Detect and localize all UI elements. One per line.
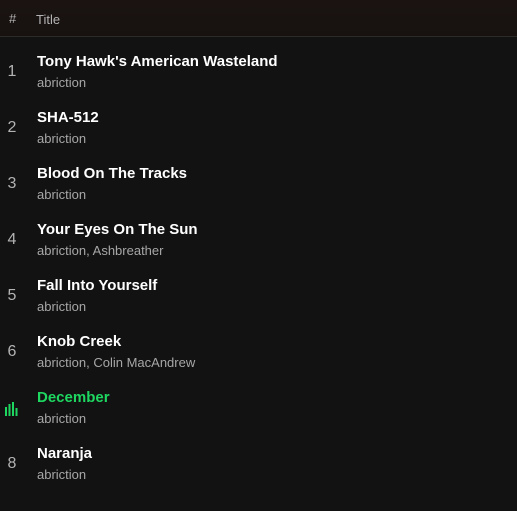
track-artists[interactable]: abriction [37, 75, 86, 90]
track-title[interactable]: December [37, 389, 110, 406]
track-number: 8 [7, 455, 17, 472]
track-title[interactable]: Knob Creek [37, 333, 121, 350]
track-row[interactable]: 4 Your Eyes On The Sun abriction, Ashbre… [0, 213, 517, 269]
tracklist: # Title 1 Tony Hawk's American Wasteland… [0, 0, 517, 511]
track-number: 5 [7, 287, 17, 304]
track-row[interactable]: 2 SHA-512 abriction [0, 101, 517, 157]
tracklist-header: # Title [0, 0, 517, 37]
track-row[interactable]: 3 Blood On The Tracks abriction [0, 157, 517, 213]
track-number: 1 [7, 63, 17, 80]
track-artists[interactable]: abriction [37, 411, 86, 426]
track-row[interactable]: 6 Knob Creek abriction, Colin MacAndrew [0, 325, 517, 381]
track-row[interactable]: 1 Tony Hawk's American Wasteland abricti… [0, 45, 517, 101]
track-artists[interactable]: abriction [37, 131, 86, 146]
track-row-now-playing[interactable]: December abriction [0, 381, 517, 437]
track-artists[interactable]: abriction, Ashbreather [37, 243, 163, 258]
track-title[interactable]: Blood On The Tracks [37, 165, 187, 182]
track-number: 6 [7, 343, 17, 360]
track-number: 3 [7, 175, 17, 192]
column-header-number[interactable]: # [9, 11, 16, 26]
track-title[interactable]: Fall Into Yourself [37, 277, 157, 294]
track-artists[interactable]: abriction [37, 467, 86, 482]
track-title[interactable]: Your Eyes On The Sun [37, 221, 198, 238]
column-header-title[interactable]: Title [36, 12, 60, 27]
equalizer-icon [5, 402, 18, 416]
track-row[interactable]: 8 Naranja abriction [0, 437, 517, 493]
track-title[interactable]: Tony Hawk's American Wasteland [37, 53, 278, 70]
track-artists[interactable]: abriction [37, 187, 86, 202]
track-artists[interactable]: abriction [37, 299, 86, 314]
track-row[interactable]: 5 Fall Into Yourself abriction [0, 269, 517, 325]
track-title[interactable]: Naranja [37, 445, 92, 462]
track-number: 2 [7, 119, 17, 136]
track-artists[interactable]: abriction, Colin MacAndrew [37, 355, 195, 370]
track-number: 4 [7, 231, 17, 248]
track-title[interactable]: SHA-512 [37, 109, 99, 126]
